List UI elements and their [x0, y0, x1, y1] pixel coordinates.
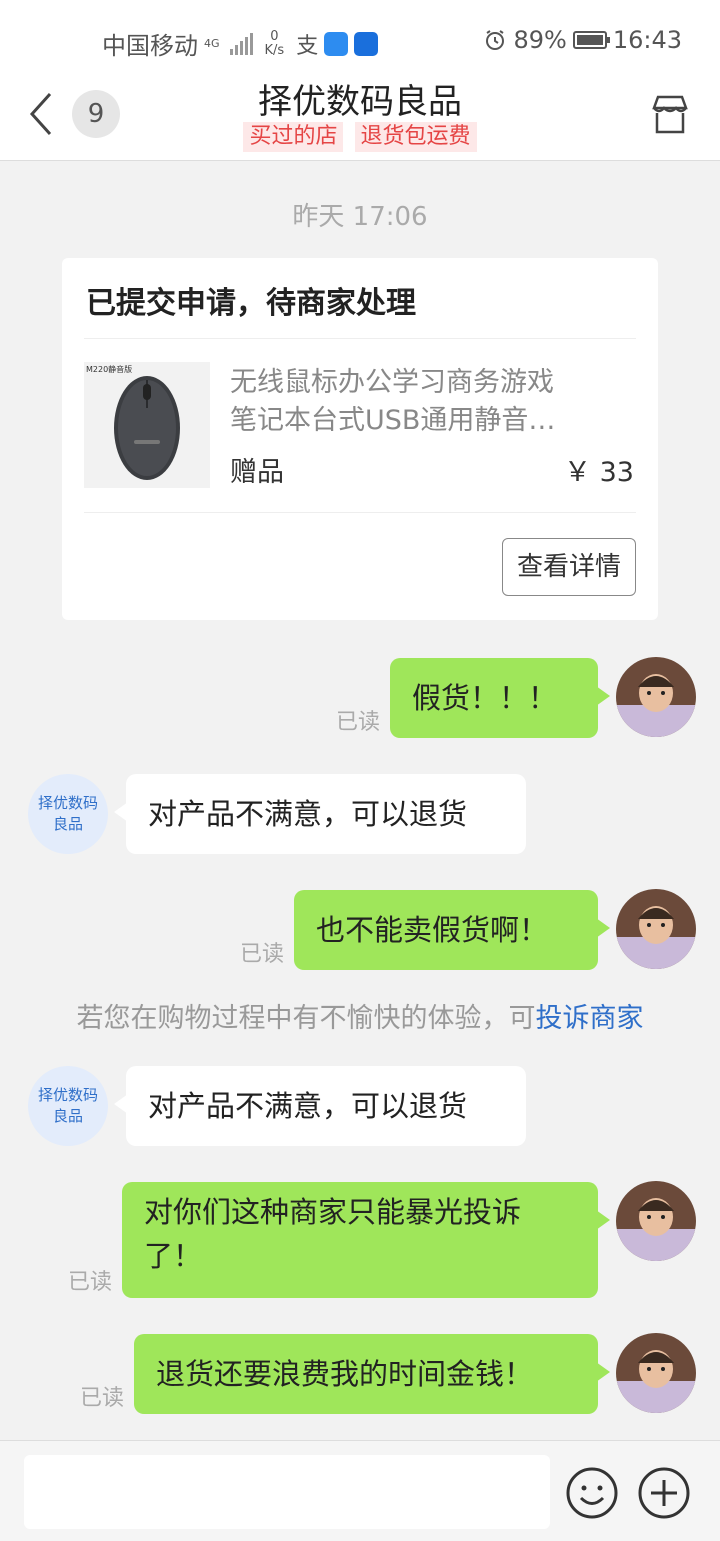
my-message-bubble[interactable]: 假货！！！	[390, 658, 610, 738]
seller-avatar-text: 择优数码良品	[37, 1086, 98, 1125]
complaint-notice: 若您在购物过程中有不愉快的体验，可投诉商家	[0, 996, 720, 1035]
net-speed-unit: K/s	[264, 42, 285, 58]
network-type: 4G	[204, 37, 220, 50]
chat-timestamp: 昨天 17:06	[292, 202, 428, 232]
read-receipt: 已读	[336, 710, 381, 735]
chat-header: 9 择优数码良品 买过的店 退货包运费	[0, 80, 720, 161]
view-details-button[interactable]: 查看详情	[502, 538, 636, 596]
news-app-icon	[354, 31, 379, 56]
battery-icon	[572, 31, 610, 49]
divider	[84, 512, 636, 513]
my-message-bubble[interactable]: 退货还要浪费我的时间金钱！	[134, 1334, 610, 1414]
net-speed: 0 K/s	[264, 28, 285, 58]
seller-message-bubble[interactable]: 对产品不满意，可以退货	[114, 1066, 526, 1146]
tag-free-return: 退货包运费	[354, 122, 477, 152]
message-input[interactable]	[24, 1455, 550, 1529]
my-avatar[interactable]	[616, 1333, 696, 1413]
seller-avatar[interactable]: 择优数码良品	[28, 774, 108, 854]
shop-name-title: 择优数码良品	[258, 82, 462, 122]
complain-merchant-link[interactable]: 投诉商家	[536, 1003, 644, 1034]
mouse-image	[114, 376, 180, 480]
alarm-icon	[486, 30, 505, 50]
status-bar: 中国移动 4G 0 K/s 支 89% 16:43	[0, 0, 720, 80]
my-message-bubble[interactable]: 也不能卖假货啊！	[294, 890, 610, 970]
read-receipt: 已读	[240, 942, 285, 967]
signal-icon	[229, 32, 253, 55]
seller-avatar[interactable]: 择优数码良品	[28, 1066, 108, 1146]
product-thumbnail[interactable]: M220静音版	[84, 362, 210, 488]
product-price: ￥ 33	[564, 457, 634, 488]
carrier-name: 中国移动	[102, 32, 198, 60]
gift-label: 赠品	[230, 457, 284, 488]
shop-tags: 买过的店 退货包运费	[0, 122, 720, 152]
seller-avatar-text: 择优数码良品	[37, 794, 98, 833]
tag-purchased: 买过的店	[243, 122, 344, 152]
my-message-bubble[interactable]: 对你们这种商家只能暴光投诉了！	[122, 1182, 610, 1298]
status-left: 中国移动 4G 0 K/s 支	[102, 26, 379, 61]
status-right: 89% 16:43	[483, 26, 682, 54]
input-bar	[0, 1440, 720, 1541]
battery-percent: 89%	[513, 26, 567, 54]
net-speed-value: 0	[270, 28, 279, 44]
app-notification-icon	[324, 31, 349, 56]
plus-icon[interactable]	[636, 1465, 692, 1521]
product-name[interactable]: 无线鼠标办公学习商务游戏 笔记本台式USB通用静音…	[230, 364, 610, 440]
notice-text: 若您在购物过程中有不愉快的体验，可	[76, 1003, 536, 1034]
product-name-line1: 无线鼠标办公学习商务游戏	[230, 367, 554, 398]
store-icon[interactable]	[648, 92, 692, 136]
my-avatar[interactable]	[616, 657, 696, 737]
clock: 16:43	[612, 26, 682, 54]
my-avatar[interactable]	[616, 889, 696, 969]
emoji-icon[interactable]	[564, 1465, 620, 1521]
divider	[84, 338, 636, 339]
refund-status-card: 已提交申请，待商家处理 M220静音版 无线鼠标办公学习商务游戏 笔记本台式US…	[62, 258, 658, 620]
my-avatar[interactable]	[616, 1181, 696, 1261]
thumbnail-label: M220静音版	[86, 365, 133, 374]
product-name-line2: 笔记本台式USB通用静音…	[230, 405, 556, 436]
read-receipt: 已读	[68, 1270, 113, 1295]
seller-message-bubble[interactable]: 对产品不满意，可以退货	[114, 774, 526, 854]
read-receipt: 已读	[80, 1386, 125, 1411]
alipay-icon: 支	[296, 33, 319, 59]
refund-status-title: 已提交申请，待商家处理	[86, 286, 416, 321]
